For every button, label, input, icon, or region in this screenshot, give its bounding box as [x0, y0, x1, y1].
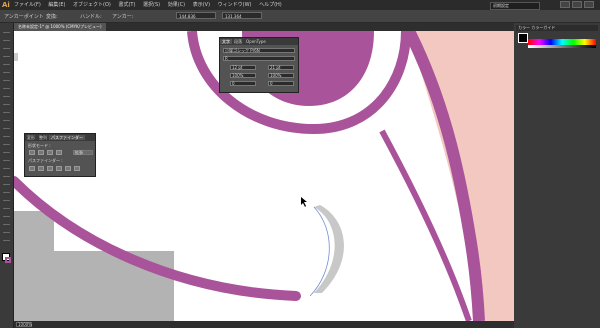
menu-file[interactable]: ファイル(F) [14, 2, 41, 8]
symbol-sprayer-tool-icon[interactable] [3, 195, 10, 201]
minus-front-icon[interactable] [38, 150, 44, 155]
line-tool-icon[interactable] [3, 75, 10, 81]
selection-tool-icon[interactable] [3, 27, 10, 33]
control-label: アンカーポイント [4, 14, 44, 20]
tab-paragraph[interactable]: 段落 [232, 39, 244, 44]
font-style-field[interactable]: R [223, 56, 295, 61]
menu-object[interactable]: オブジェクト(O) [73, 2, 111, 8]
window-controls [558, 1, 598, 9]
minimize-button[interactable] [560, 1, 570, 8]
app-logo: Ai [2, 1, 10, 9]
status-bar: 1000% [14, 321, 514, 328]
direct-selection-tool-icon[interactable] [3, 35, 10, 41]
handle-label: ハンドル: [80, 14, 102, 20]
font-size-field[interactable]: 12 pt [230, 65, 256, 70]
color-panel: カラー カラーガイド [514, 23, 600, 328]
pathfinder-panel: 変形 整列 パスファインダー 形状モード : 拡張 パスファインダー : [24, 133, 96, 177]
menu-help[interactable]: ヘルプ(H) [259, 2, 282, 8]
merge-icon[interactable] [47, 166, 53, 171]
type-tool-icon[interactable] [3, 67, 10, 73]
tracking-field[interactable]: 0 [268, 81, 294, 86]
anchor-label: アンカー: [112, 14, 134, 20]
tab-align[interactable]: 整列 [37, 135, 49, 140]
tab-character[interactable]: 文字 [220, 39, 232, 44]
character-panel: 文字 段落 OpenType 小塚ゴシック Pr6N R 12 pt 21 pt 1… [219, 37, 299, 93]
free-transform-tool-icon[interactable] [3, 139, 10, 145]
menu-bar: Ai ファイル(F) 編集(E) オブジェクト(O) 書式(T) 選択(S) 効… [0, 0, 600, 10]
workspace-switcher[interactable]: 初期設定 [490, 2, 540, 10]
graph-tool-icon[interactable] [3, 203, 10, 209]
width-tool-icon[interactable] [3, 131, 10, 137]
document-tab[interactable]: 名称未設定-1* @ 1000% (CMYK/プレビュー) [14, 23, 106, 31]
close-button[interactable] [584, 1, 594, 8]
pencil-tool-icon[interactable] [3, 99, 10, 105]
tools-panel [0, 23, 14, 328]
hand-tool-icon[interactable] [3, 227, 10, 233]
unite-icon[interactable] [29, 150, 35, 155]
character-panel-tabs: 文字 段落 OpenType [220, 38, 298, 45]
paintbrush-tool-icon[interactable] [3, 91, 10, 97]
menu-effect[interactable]: 効果(C) [168, 2, 185, 8]
blend-tool-icon[interactable] [3, 187, 10, 193]
font-family-field[interactable]: 小塚ゴシック Pr6N [223, 48, 295, 53]
trim-icon[interactable] [38, 166, 44, 171]
rectangle-tool-icon[interactable] [3, 83, 10, 89]
grey-ramp[interactable] [528, 45, 596, 48]
tab-transform[interactable]: 変形 [25, 135, 37, 140]
zoom-field[interactable]: 1000% [16, 322, 32, 327]
pathfinder-panel-tabs: 変形 整列 パスファインダー [25, 134, 95, 141]
mesh-tool-icon[interactable] [3, 163, 10, 169]
crop-icon[interactable] [56, 166, 62, 171]
slice-tool-icon[interactable] [3, 219, 10, 225]
artboard-tool-icon[interactable] [3, 211, 10, 217]
zoom-tool-icon[interactable] [3, 235, 10, 241]
vertical-scale-field[interactable]: 100% [230, 73, 256, 78]
color-panel-header: カラー カラーガイド [516, 25, 598, 31]
menu-type[interactable]: 書式(T) [118, 2, 135, 8]
document-tabbar: 名称未設定-1* @ 1000% (CMYK/プレビュー) [14, 23, 514, 31]
eraser-tool-icon[interactable] [3, 107, 10, 113]
tab-opentype[interactable]: OpenType [244, 39, 268, 44]
x-field[interactable]: 144.836 [176, 12, 216, 19]
artboard-canvas[interactable]: 文字 段落 OpenType 小塚ゴシック Pr6N R 12 pt 21 pt 1… [14, 31, 514, 321]
menu-edit[interactable]: 編集(E) [48, 2, 65, 8]
tab-pathfinder[interactable]: パスファインダー [49, 135, 85, 140]
stroke-color-icon[interactable] [5, 257, 11, 263]
perspective-tool-icon[interactable] [3, 155, 10, 161]
convert-label: 変換: [46, 14, 58, 20]
gradient-tool-icon[interactable] [3, 171, 10, 177]
shape-modes-label: 形状モード : [28, 143, 51, 148]
scale-tool-icon[interactable] [3, 123, 10, 129]
divide-icon[interactable] [29, 166, 35, 171]
rotate-tool-icon[interactable] [3, 115, 10, 121]
menu-window[interactable]: ウィンドウ(W) [218, 2, 252, 8]
eyedropper-tool-icon[interactable] [3, 179, 10, 185]
kerning-field[interactable]: 0 [230, 81, 256, 86]
minus-back-icon[interactable] [74, 166, 80, 171]
pathfinders-label: パスファインダー : [28, 158, 63, 163]
magic-wand-tool-icon[interactable] [3, 43, 10, 49]
maximize-button[interactable] [572, 1, 582, 8]
intersect-icon[interactable] [47, 150, 53, 155]
leading-field[interactable]: 21 pt [268, 65, 294, 70]
grey-pixels [14, 53, 18, 61]
outline-icon[interactable] [65, 166, 71, 171]
menu-view[interactable]: 表示(V) [193, 2, 210, 8]
horizontal-scale-field[interactable]: 100% [268, 73, 294, 78]
color-swatch[interactable] [518, 33, 528, 43]
pen-tool-icon[interactable] [3, 59, 10, 65]
menu-list: ファイル(F) 編集(E) オブジェクト(O) 書式(T) 選択(S) 効果(C… [14, 0, 288, 10]
menu-select[interactable]: 選択(S) [143, 2, 160, 8]
shape-builder-tool-icon[interactable] [3, 147, 10, 153]
control-bar: アンカーポイント 変換: ハンドル: アンカー: 144.836 131.364 [0, 10, 600, 23]
lasso-tool-icon[interactable] [3, 51, 10, 57]
y-field[interactable]: 131.364 [222, 12, 262, 19]
expand-button[interactable]: 拡張 [73, 150, 93, 155]
exclude-icon[interactable] [56, 150, 62, 155]
